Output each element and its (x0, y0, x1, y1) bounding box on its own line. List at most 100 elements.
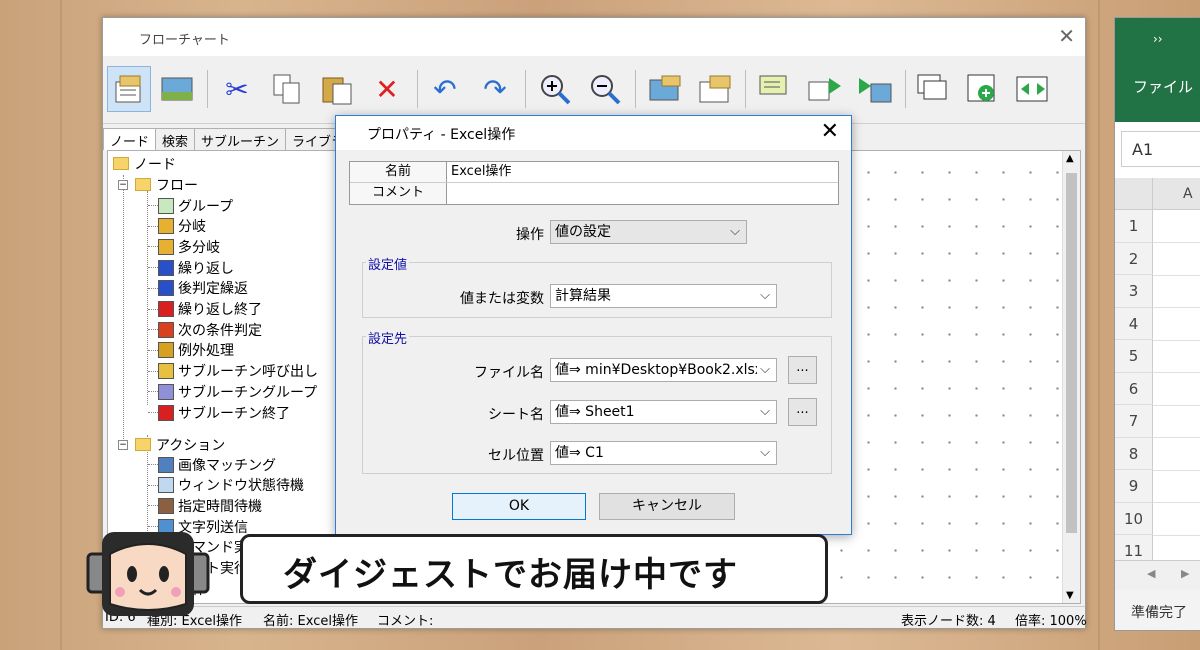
tree-item-label: 繰り返し (178, 260, 234, 277)
dialog-title: プロパティ - Excel操作 (367, 127, 516, 143)
capture-edit-glyph (699, 75, 731, 103)
zoom-in-icon[interactable] (533, 66, 577, 112)
window-titlebar: フローチャート ✕ (103, 18, 1085, 56)
folder-icon (112, 155, 130, 173)
export-icon[interactable] (853, 66, 897, 112)
tree-item[interactable]: 指定時間待機 (158, 495, 262, 516)
tree-folder-action-label: アクション (156, 437, 226, 454)
tree-item[interactable]: 多分岐 (158, 236, 220, 257)
sheet-next-icon[interactable]: ▶ (1181, 567, 1189, 580)
group-icon (158, 197, 174, 214)
chevron-down-icon[interactable]: ⌵ (757, 359, 770, 381)
capture-edit-icon[interactable] (693, 66, 737, 112)
paste-icon[interactable] (315, 66, 359, 112)
excel-row-header[interactable]: 5 (1115, 340, 1153, 373)
add-node-icon[interactable] (961, 66, 1005, 112)
window-close-icon[interactable]: ✕ (1058, 24, 1075, 48)
tree-item[interactable]: サブルーチン呼び出し (158, 361, 318, 382)
excel-row-header[interactable]: 9 (1115, 470, 1153, 503)
excel-row-header[interactable]: 7 (1115, 405, 1153, 438)
collapse-action-icon[interactable]: − (118, 440, 128, 450)
tree-root[interactable]: ノード (112, 153, 176, 174)
tree-item[interactable]: サブルーチングループ (158, 381, 317, 402)
operation-select[interactable]: 値の設定 ⌵ (550, 220, 747, 244)
excel-select-all[interactable] (1115, 178, 1153, 210)
excel-row-header[interactable]: 4 (1115, 307, 1153, 340)
tree-item[interactable]: 分岐 (158, 216, 206, 237)
file-browse-button[interactable]: ... (788, 356, 817, 384)
undo-icon[interactable]: ↶ (423, 66, 467, 112)
add-node-glyph (967, 74, 995, 102)
tree-item[interactable]: 次の条件判定 (158, 319, 262, 340)
excel-row-header[interactable]: 1 (1115, 210, 1153, 243)
excel-window: ›› ファイル A1 A 1 2 3 4 5 6 7 8 9 10 11 ◀ ▶ 準備完了 (1114, 17, 1200, 631)
tab-search[interactable]: 検索 (155, 128, 196, 150)
window-list-icon[interactable] (911, 66, 955, 112)
sheet-prev-icon[interactable]: ◀ (1147, 567, 1155, 580)
copy-icon[interactable] (265, 66, 309, 112)
scroll-down-icon[interactable]: ▼ (1066, 590, 1074, 601)
chevron-down-icon[interactable]: ⌵ (760, 442, 770, 464)
grid-row-name[interactable]: 名前 Excel操作 (350, 162, 838, 183)
tree-item[interactable]: 例外処理 (158, 340, 234, 361)
excel-row-header[interactable]: 8 (1115, 437, 1153, 470)
dialog-close-icon[interactable]: ✕ (821, 119, 839, 144)
cancel-button[interactable]: キャンセル (599, 493, 735, 520)
zoom-out-glyph (591, 75, 621, 105)
scroll-up-icon[interactable]: ▲ (1066, 153, 1074, 164)
tree-item[interactable]: 画像マッチング (158, 454, 276, 475)
grid-comment-label: コメント (350, 183, 447, 204)
group-target-title: 設定先 (366, 328, 410, 347)
swap-icon[interactable] (1011, 66, 1055, 112)
excel-name-box[interactable]: A1 (1121, 131, 1200, 167)
chevron-down-icon[interactable]: ⌵ (760, 401, 770, 423)
delete-icon[interactable]: ✕ (365, 66, 409, 112)
properties-icon[interactable] (107, 66, 151, 112)
folder-icon (134, 176, 152, 194)
comment-icon[interactable] (753, 66, 797, 112)
tab-node[interactable]: ノード (103, 128, 157, 150)
scroll-thumb[interactable] (1066, 173, 1077, 533)
import-icon[interactable] (803, 66, 847, 112)
chevron-down-icon[interactable]: ⌵ (760, 285, 770, 307)
tab-subroutine[interactable]: サブルーチン (194, 128, 287, 150)
image-icon[interactable] (155, 66, 199, 112)
tree-item[interactable]: ウィンドウ状態待機 (158, 475, 304, 496)
ok-button[interactable]: OK (452, 493, 586, 520)
sheet-input[interactable]: 値⇒ Sheet1 ⌵ (550, 400, 777, 424)
left-panel-tabs: ノード 検索 サブルーチン ライブラ (103, 128, 352, 150)
excel-row-header[interactable]: 10 (1115, 502, 1153, 535)
cell-input[interactable]: 値⇒ C1 ⌵ (550, 441, 777, 465)
post-loop-icon (158, 280, 174, 297)
next-condition-icon (158, 321, 174, 338)
tree-folder-action[interactable]: アクション (134, 434, 225, 455)
value-input[interactable]: 計算結果 ⌵ (550, 284, 777, 308)
tree-item[interactable]: 繰り返し終了 (158, 299, 262, 320)
loop-icon (158, 259, 174, 276)
capture-icon[interactable] (643, 66, 687, 112)
excel-column-header[interactable]: A (1153, 178, 1200, 210)
tree-item[interactable]: 繰り返し (158, 257, 234, 278)
grid-row-comment[interactable]: コメント (350, 183, 838, 204)
zoom-out-icon[interactable] (583, 66, 627, 112)
excel-file-tab[interactable]: ファイル (1133, 76, 1193, 97)
excel-row-header[interactable]: 6 (1115, 372, 1153, 405)
tree-item[interactable]: サブルーチン終了 (158, 402, 290, 423)
loop-end-icon (158, 301, 174, 317)
sheet-browse-button[interactable]: ... (788, 398, 817, 426)
excel-row-header[interactable]: 2 (1115, 242, 1153, 275)
grid-name-value[interactable]: Excel操作 (451, 162, 511, 182)
collapse-flow-icon[interactable]: − (118, 180, 128, 190)
file-input[interactable]: 値⇒ min¥Desktop¥Book2.xlsx ⌵ (550, 358, 777, 382)
canvas-vertical-scrollbar[interactable]: ▲ ▼ (1062, 151, 1080, 603)
cut-icon[interactable]: ✂ (215, 66, 259, 112)
ribbon-expand-icon[interactable]: ›› (1153, 32, 1163, 46)
tree-item-label: ウィンドウ状態待機 (178, 478, 304, 495)
tree-folder-flow[interactable]: フロー (134, 174, 198, 195)
excel-row-header[interactable]: 3 (1115, 275, 1153, 308)
redo-icon[interactable]: ↷ (473, 66, 517, 112)
tree-item[interactable]: グループ (158, 195, 233, 216)
export-glyph (859, 78, 892, 103)
excel-ribbon: ›› ファイル (1115, 18, 1200, 122)
tree-item[interactable]: 後判定繰返 (158, 278, 248, 299)
